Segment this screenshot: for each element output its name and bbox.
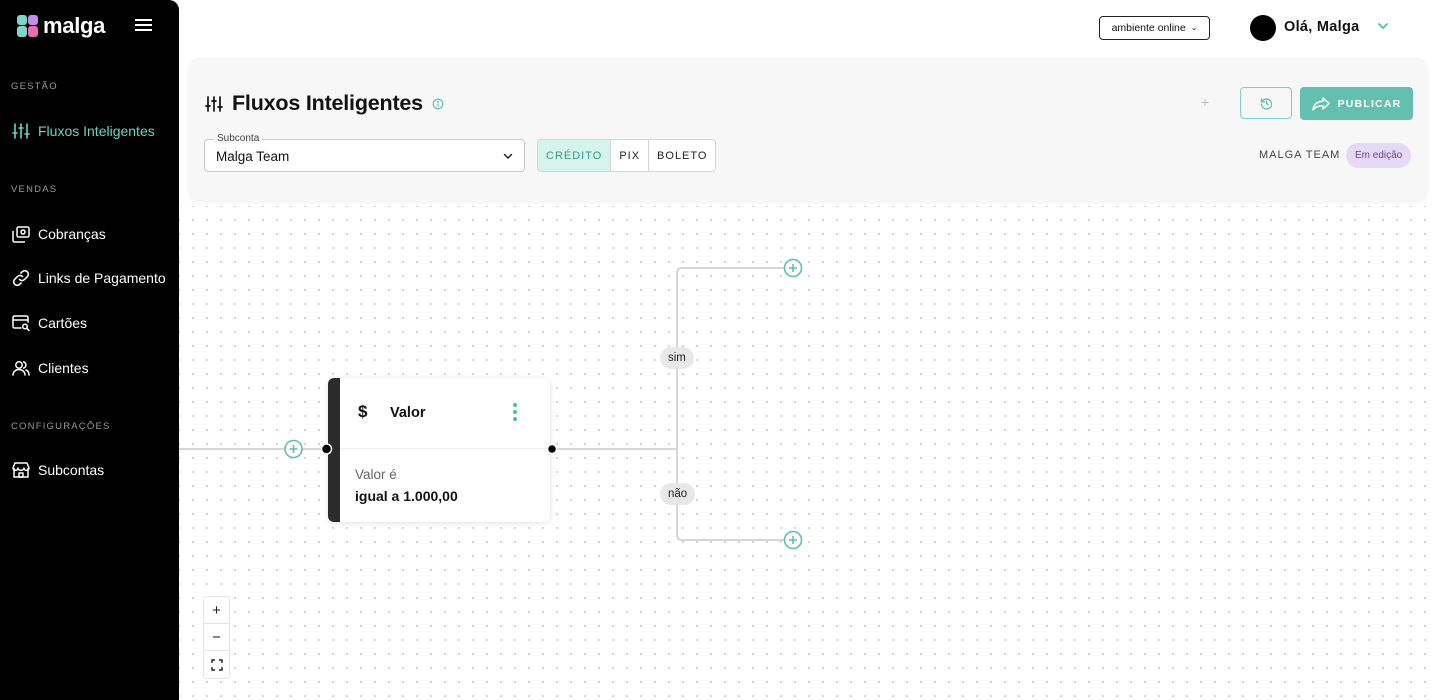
publish-button-label: PUBLICAR [1337, 97, 1402, 110]
sidebar-item-fluxos-inteligentes[interactable]: Fluxos Inteligentes [12, 121, 155, 141]
link-icon [12, 269, 30, 287]
node-input-handle[interactable] [320, 443, 333, 455]
section-label-configuracoes: CONFIGURAÇÕES [11, 421, 111, 432]
sidebar-item-label: Clientes [38, 360, 89, 376]
logo-text: malga [43, 13, 106, 38]
fit-view-icon [210, 658, 223, 671]
add-node-before-icon[interactable] [284, 439, 303, 459]
fit-view-button[interactable] [204, 651, 229, 678]
info-icon[interactable] [432, 98, 444, 110]
branch-label-yes: sim [660, 347, 694, 369]
share-arrow-icon [1311, 96, 1330, 111]
publish-button[interactable]: PUBLICAR [1300, 87, 1413, 120]
zoom-out-button[interactable]: − [204, 624, 229, 651]
sidebar-item-label: Cobranças [38, 226, 106, 242]
sidebar-item-links-de-pagamento[interactable]: Links de Pagamento [12, 268, 166, 288]
sidebar-item-clientes[interactable]: Clientes [12, 358, 89, 378]
add-node-yes-branch-icon[interactable] [783, 258, 803, 278]
tab-boleto[interactable]: BOLETO [648, 140, 715, 171]
subconta-select[interactable]: Subconta Malga Team [204, 133, 525, 172]
card-search-icon [12, 315, 30, 332]
sidebar-item-label: Fluxos Inteligentes [38, 123, 155, 139]
title-row: Fluxos Inteligentes [205, 91, 444, 116]
restore-version-button[interactable] [1240, 87, 1292, 119]
subconta-field-value: Malga Team [216, 149, 290, 164]
sidebar-item-label: Subcontas [38, 462, 105, 478]
zoom-controls: + − [203, 596, 230, 679]
section-label-vendas: VENDAS [11, 184, 58, 195]
payment-method-tabs: CRÉDITO PIX BOLETO [537, 139, 717, 172]
history-icon [1260, 97, 1272, 110]
sliders-icon [12, 123, 30, 139]
node-condition-label: Valor é [355, 467, 397, 482]
dollar-icon: $ [358, 402, 368, 421]
tab-pix[interactable]: PIX [610, 140, 648, 171]
status-badge: Em edição [1346, 143, 1412, 168]
sliders-icon [205, 95, 223, 112]
sidebar-item-label: Cartões [38, 315, 88, 331]
sidebar-item-cartoes[interactable]: Cartões [12, 313, 87, 333]
chevron-down-icon: ⌄ [1190, 22, 1198, 32]
add-flow-button[interactable]: + [1201, 94, 1209, 110]
sidebar: malga GESTÃO Fluxos Inteligentes VENDAS … [0, 0, 179, 700]
page-title: Fluxos Inteligentes [232, 91, 423, 115]
menu-collapse-icon[interactable] [135, 18, 152, 32]
sidebar-item-subcontas[interactable]: Subcontas [12, 460, 104, 480]
app-root: malga GESTÃO Fluxos Inteligentes VENDAS … [0, 0, 1433, 700]
node-condition-value: igual a 1.000,00 [355, 488, 458, 504]
environment-select[interactable]: ambiente online ⌄ [1099, 16, 1210, 40]
charges-icon [12, 226, 30, 243]
logo[interactable]: malga [17, 14, 105, 38]
environment-select-value: ambiente online [1111, 22, 1186, 34]
subconta-field-label: Subconta [214, 133, 263, 144]
more-vertical-icon[interactable] [511, 402, 519, 422]
logo-mark-icon [17, 15, 38, 37]
flow-header-card: Fluxos Inteligentes + PUBLICAR Subconta … [189, 58, 1427, 200]
team-name: MALGA TEAM [1259, 149, 1341, 161]
sidebar-item-label: Links de Pagamento [38, 270, 166, 286]
chevron-down-icon [503, 153, 513, 160]
section-label-gestao: GESTÃO [11, 81, 58, 92]
zoom-in-button[interactable]: + [204, 597, 229, 624]
avatar[interactable] [1250, 15, 1276, 41]
tab-credito[interactable]: CRÉDITO [538, 140, 611, 171]
branch-label-no: não [660, 483, 696, 505]
node-divider [340, 448, 550, 449]
user-greeting[interactable]: Olá, Malga [1284, 19, 1360, 35]
users-icon [12, 361, 30, 376]
flow-node-valor[interactable]: $ Valor Valor é igual a 1.000,00 [328, 378, 550, 522]
node-title: Valor [390, 405, 426, 421]
store-icon [12, 462, 30, 478]
node-output-handle[interactable] [546, 443, 558, 455]
sidebar-item-cobrancas[interactable]: Cobranças [12, 224, 106, 244]
user-menu-chevron-icon[interactable] [1376, 19, 1390, 33]
add-node-no-branch-icon[interactable] [783, 530, 803, 550]
